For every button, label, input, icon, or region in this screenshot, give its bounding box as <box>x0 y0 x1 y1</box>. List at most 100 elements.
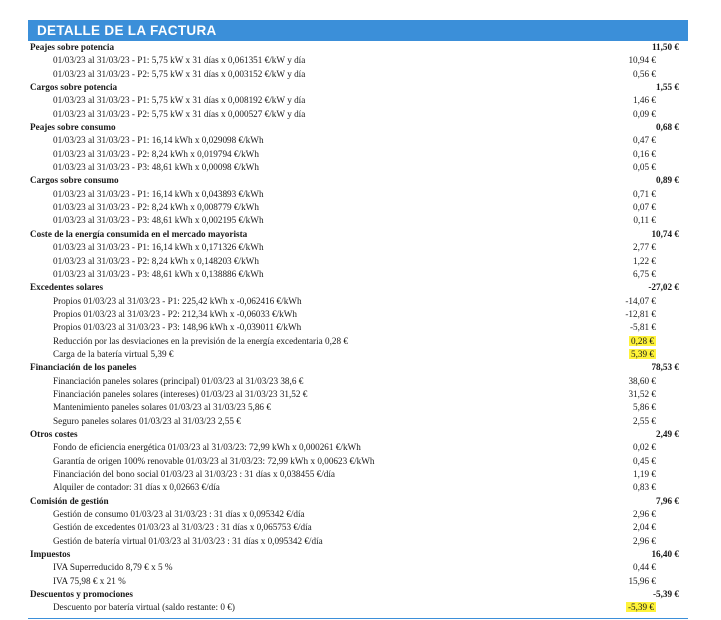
line-item-label: Descuento por batería virtual (saldo res… <box>53 602 235 613</box>
line-item-amount: 0,11 € <box>633 215 656 226</box>
line-item-label: Propios 01/03/23 al 31/03/23 - P2: 212,3… <box>53 308 297 319</box>
line-item-label: 01/03/23 al 31/03/23 - P2: 5,75 kW x 31 … <box>53 68 306 79</box>
section-total: 0,68 € <box>656 122 679 133</box>
line-item: 01/03/23 al 31/03/23 - P3: 48,61 kWh x 0… <box>0 268 721 281</box>
line-item-amount: 15,96 € <box>628 575 656 586</box>
line-item-amount: 0,05 € <box>633 162 656 173</box>
section-row: Cargos sobre consumo 0,89 € <box>0 174 721 187</box>
section-row: Cargos sobre potencia 1,55 € <box>0 81 721 94</box>
line-item-amount: -12,81 € <box>625 308 656 319</box>
line-item-label: Seguro paneles solares 01/03/23 al 31/03… <box>53 415 241 426</box>
line-item-label: 01/03/23 al 31/03/23 - P1: 16,14 kWh x 0… <box>53 242 264 253</box>
line-item-amount: 0,07 € <box>633 202 656 213</box>
section-label: Cargos sobre consumo <box>30 175 119 186</box>
line-item: Financiación paneles solares (principal)… <box>0 375 721 388</box>
section-row: Peajes sobre potencia 11,50 € <box>0 41 721 54</box>
line-item-amount: 10,94 € <box>628 55 656 66</box>
line-item-label: Gestión de consumo 01/03/23 al 31/03/23 … <box>53 509 305 520</box>
line-item-amount: 2,96 € <box>633 535 656 546</box>
section-row: Impuestos 16,40 € <box>0 548 721 561</box>
line-item-amount: 5,86 € <box>633 402 656 413</box>
line-item: Financiación del bono social 01/03/23 al… <box>0 468 721 481</box>
line-item-amount: 0,28 € <box>629 335 656 348</box>
line-item: Alquiler de contador: 31 días x 0,02663 … <box>0 481 721 494</box>
line-item-label: 01/03/23 al 31/03/23 - P1: 16,14 kWh x 0… <box>53 135 264 146</box>
line-item: 01/03/23 al 31/03/23 - P3: 48,61 kWh x 0… <box>0 161 721 174</box>
line-item-amount: 0,47 € <box>633 135 656 146</box>
line-item-label: Carga de la batería virtual 5,39 € <box>53 348 174 359</box>
line-item-amount: 0,56 € <box>633 68 656 79</box>
line-item-amount: 0,45 € <box>633 455 656 466</box>
line-item-label: 01/03/23 al 31/03/23 - P2: 5,75 kW x 31 … <box>53 108 306 119</box>
line-item: Gestión de excedentes 01/03/23 al 31/03/… <box>0 521 721 534</box>
line-item-amount: 0,44 € <box>633 562 656 573</box>
line-item: Gestión de batería virtual 01/03/23 al 3… <box>0 535 721 548</box>
line-item-amount: 2,55 € <box>633 415 656 426</box>
line-item-amount: -5,39 € <box>625 601 656 614</box>
line-item: 01/03/23 al 31/03/23 - P2: 5,75 kW x 31 … <box>0 108 721 121</box>
line-item-amount: 0,83 € <box>633 482 656 493</box>
line-item-amount: 5,39 € <box>629 348 656 361</box>
line-item-label: Fondo de eficiencia energética 01/03/23 … <box>53 442 361 453</box>
section-total: 1,55 € <box>656 82 679 93</box>
line-item-label: 01/03/23 al 31/03/23 - P3: 48,61 kWh x 0… <box>53 268 264 279</box>
line-item-amount: 1,19 € <box>633 469 656 479</box>
line-item-label: Mantenimiento paneles solares 01/03/23 a… <box>53 402 271 413</box>
highlighted-amount: 0,28 € <box>629 335 656 346</box>
line-item-amount: 31,52 € <box>628 388 656 399</box>
line-item-amount: 1,46 € <box>633 95 656 106</box>
line-item-amount: 1,22 € <box>633 255 656 266</box>
line-item-amount: 0,02 € <box>633 442 656 453</box>
line-item-amount: -5,81 € <box>629 322 656 333</box>
line-item-label: Financiación del bono social 01/03/23 al… <box>53 469 335 479</box>
line-item: 01/03/23 al 31/03/23 - P1: 16,14 kWh x 0… <box>0 188 721 201</box>
section-total: 2,49 € <box>656 428 679 439</box>
line-item-label: 01/03/23 al 31/03/23 - P2: 8,24 kWh x 0,… <box>53 202 259 213</box>
line-item-amount: 0,71 € <box>633 188 656 199</box>
line-item: Seguro paneles solares 01/03/23 al 31/03… <box>0 415 721 428</box>
line-item-label: Alquiler de contador: 31 días x 0,02663 … <box>53 482 220 493</box>
line-item-label: 01/03/23 al 31/03/23 - P1: 5,75 kW x 31 … <box>53 55 306 66</box>
line-item-amount: 2,04 € <box>633 522 656 533</box>
line-item-amount: 0,09 € <box>633 108 656 119</box>
line-item: Garantía de origen 100% renovable 01/03/… <box>0 455 721 468</box>
line-item: 01/03/23 al 31/03/23 - P3: 48,61 kWh x 0… <box>0 214 721 227</box>
section-total: 7,96 € <box>656 495 679 506</box>
line-item-label: Garantía de origen 100% renovable 01/03/… <box>53 455 375 466</box>
section-row: Financiación de los paneles 78,53 € <box>0 361 721 374</box>
highlighted-amount: -5,39 € <box>625 602 656 613</box>
section-total: 16,40 € <box>651 549 679 560</box>
line-item: Descuento por batería virtual (saldo res… <box>0 601 721 614</box>
line-item-amount: 38,60 € <box>628 375 656 386</box>
section-row: Peajes sobre consumo 0,68 € <box>0 121 721 134</box>
section-label: Peajes sobre potencia <box>30 42 115 52</box>
section-total: 10,74 € <box>651 228 679 239</box>
section-label: Cargos sobre potencia <box>30 82 118 93</box>
section-label: Descuentos y promociones <box>30 589 133 600</box>
line-item-amount: -14,07 € <box>625 295 656 306</box>
line-item-amount: 0,16 € <box>633 148 656 159</box>
line-item: IVA 75,98 € x 21 % 15,96 € <box>0 575 721 588</box>
line-item-label: 01/03/23 al 31/03/23 - P2: 8,24 kWh x 0,… <box>53 255 259 266</box>
line-item-label: 01/03/23 al 31/03/23 - P1: 16,14 kWh x 0… <box>53 188 264 199</box>
line-item-label: IVA 75,98 € x 21 % <box>53 575 126 586</box>
bottom-divider <box>28 618 688 619</box>
section-label: Impuestos <box>30 549 71 560</box>
section-row: Comisión de gestión 7,96 € <box>0 495 721 508</box>
line-item-label: Propios 01/03/23 al 31/03/23 - P1: 225,4… <box>53 295 302 306</box>
highlighted-amount: 5,39 € <box>629 348 656 359</box>
line-item-label: Financiación paneles solares (principal)… <box>53 375 304 386</box>
line-item: 01/03/23 al 31/03/23 - P2: 5,75 kW x 31 … <box>0 68 721 81</box>
line-item-label: Gestión de batería virtual 01/03/23 al 3… <box>53 535 323 546</box>
line-item: Propios 01/03/23 al 31/03/23 - P2: 212,3… <box>0 308 721 321</box>
section-total: 0,89 € <box>656 175 679 186</box>
section-label: Coste de la energía consumida en el merc… <box>30 228 248 239</box>
section-row: Excedentes solares -27,02 € <box>0 281 721 294</box>
section-total: -5,39 € <box>652 589 679 600</box>
line-item-amount: 6,75 € <box>633 268 656 279</box>
section-label: Excedentes solares <box>30 282 104 293</box>
line-item: 01/03/23 al 31/03/23 - P1: 16,14 kWh x 0… <box>0 134 721 147</box>
line-item: Fondo de eficiencia energética 01/03/23 … <box>0 441 721 454</box>
line-item: Propios 01/03/23 al 31/03/23 - P1: 225,4… <box>0 295 721 308</box>
invoice-detail-header: DETALLE DE LA FACTURA <box>28 20 688 41</box>
